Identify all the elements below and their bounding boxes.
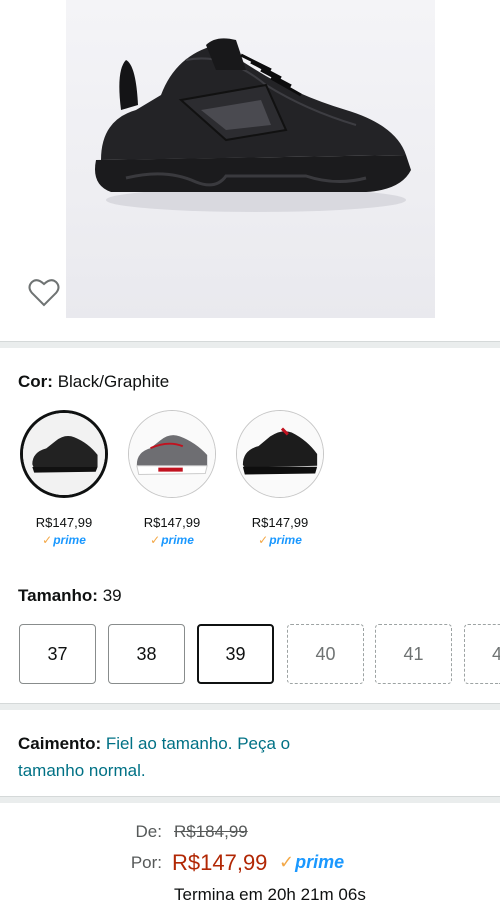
size-label: Tamanho: xyxy=(18,586,98,605)
color-label-row: Cor: Black/Graphite xyxy=(18,372,169,392)
size-option-41[interactable]: 41 xyxy=(375,624,452,684)
color-swatch-black-red[interactable] xyxy=(236,410,324,498)
size-option-37[interactable]: 37 xyxy=(19,624,96,684)
section-divider xyxy=(0,703,500,710)
swatch-prime-badge: ✓prime xyxy=(42,533,86,547)
section-divider xyxy=(0,796,500,803)
prime-badge: ✓prime xyxy=(279,852,345,872)
color-label: Cor: xyxy=(18,372,53,391)
size-label-row: Tamanho: 39 xyxy=(18,586,122,606)
swatch-prime-badge: ✓prime xyxy=(150,533,194,547)
deal-timer: Termina em 20h 21m 06s xyxy=(174,885,366,904)
swatch-price: R$147,99 xyxy=(251,515,309,530)
fit-info: Caimento: Fiel ao tamanho. Peça o tamanh… xyxy=(18,730,348,784)
swatch-prime-badge: ✓prime xyxy=(258,533,302,547)
swatch-price: R$147,99 xyxy=(35,515,93,530)
sale-price-label: Por: xyxy=(130,853,162,872)
size-option-38[interactable]: 38 xyxy=(108,624,185,684)
fit-link-cont[interactable]: tamanho normal. xyxy=(18,761,146,780)
size-option-partial[interactable]: 4 xyxy=(464,624,500,684)
size-value: 39 xyxy=(102,586,122,605)
prime-check-icon: ✓ xyxy=(258,533,269,547)
color-swatch-grey-red[interactable] xyxy=(128,410,216,498)
list-price: R$184,99 xyxy=(174,822,248,841)
heart-outline-icon[interactable] xyxy=(28,278,60,308)
prime-check-icon: ✓ xyxy=(150,533,161,547)
size-option-label: 4 xyxy=(492,643,500,664)
swatch-price: R$147,99 xyxy=(143,515,201,530)
product-image[interactable] xyxy=(66,0,435,318)
prime-check-icon: ✓ xyxy=(279,852,295,872)
color-value: Black/Graphite xyxy=(57,372,170,391)
size-option-40[interactable]: 40 xyxy=(287,624,364,684)
prime-check-icon: ✓ xyxy=(42,533,53,547)
section-divider xyxy=(0,341,500,348)
fit-link[interactable]: Fiel ao tamanho. Peça o xyxy=(106,734,290,753)
size-option-39[interactable]: 39 xyxy=(197,624,274,684)
fit-label: Caimento: xyxy=(18,734,102,753)
product-image-area xyxy=(0,0,500,340)
sale-price: R$147,99 xyxy=(172,850,268,875)
list-price-label: De: xyxy=(135,822,162,841)
color-swatch-black-graphite[interactable] xyxy=(20,410,108,498)
